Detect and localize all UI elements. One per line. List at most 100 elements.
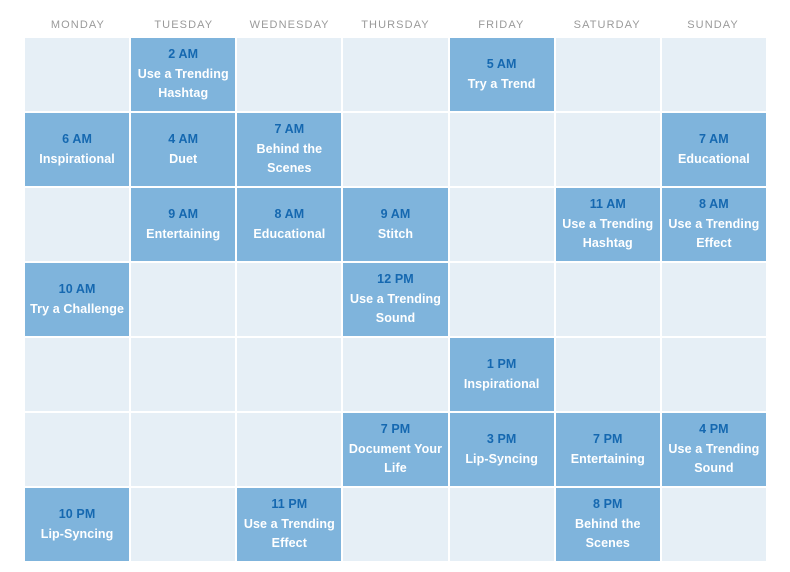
- calendar-empty-cell[interactable]: [661, 488, 766, 561]
- event-time: 7 PM: [592, 432, 623, 447]
- event-activity: Try a Challenge: [30, 301, 125, 316]
- calendar-event-cell[interactable]: 10 AM Try a Challenge: [25, 263, 130, 336]
- calendar-event-cell[interactable]: 1 PM Inspirational: [449, 338, 554, 411]
- weekday-header-row: MONDAY TUESDAY WEDNESDAY THURSDAY FRIDAY…: [25, 12, 766, 38]
- event-time: 12 PM: [377, 272, 414, 287]
- weekday-header-friday: FRIDAY: [478, 19, 525, 31]
- calendar-empty-cell[interactable]: [131, 263, 236, 336]
- event-time: 2 AM: [168, 47, 199, 62]
- event-time: 7 AM: [274, 122, 305, 137]
- calendar-event-cell[interactable]: 4 AM Duet: [131, 113, 236, 186]
- calendar-empty-cell[interactable]: [237, 413, 342, 486]
- event-activity: Educational: [253, 226, 326, 241]
- calendar-event-cell[interactable]: 8 PM Behind the Scenes: [555, 488, 660, 561]
- calendar-empty-cell[interactable]: [661, 263, 766, 336]
- calendar-event-cell[interactable]: 6 AM Inspirational: [25, 113, 130, 186]
- event-time: 4 AM: [168, 132, 199, 147]
- calendar-event-cell[interactable]: 2 AM Use a Trending Hashtag: [131, 38, 236, 111]
- calendar-empty-cell[interactable]: [555, 263, 660, 336]
- calendar-event-cell[interactable]: 5 AM Try a Trend: [449, 38, 554, 111]
- event-activity: Use a Trending Hashtag: [562, 216, 654, 251]
- calendar-event-cell[interactable]: 3 PM Lip-Syncing: [449, 413, 554, 486]
- event-time: 7 AM: [699, 132, 729, 147]
- calendar-empty-cell[interactable]: [555, 38, 660, 111]
- calendar-empty-cell[interactable]: [343, 488, 448, 561]
- event-activity: Duet: [169, 151, 198, 166]
- calendar-empty-cell[interactable]: [237, 38, 342, 111]
- calendar-empty-cell[interactable]: [449, 263, 554, 336]
- calendar-event-cell[interactable]: 11 PM Use a Trending Effect: [237, 488, 342, 561]
- calendar-empty-cell[interactable]: [449, 488, 554, 561]
- calendar-event-cell[interactable]: 7 PM Document Your Life: [343, 413, 448, 486]
- event-time: 10 PM: [58, 507, 96, 522]
- event-time: 8 PM: [592, 497, 623, 512]
- event-activity: Entertaining: [570, 451, 645, 466]
- calendar-event-cell[interactable]: 12 PM Use a Trending Sound: [343, 263, 448, 336]
- calendar-empty-cell[interactable]: [449, 188, 554, 261]
- calendar-grid: 2 AM Use a Trending Hashtag 5 AM Try a Tren…: [25, 38, 766, 561]
- event-activity: Entertaining: [146, 226, 221, 241]
- event-activity: Use a Trending Sound: [349, 291, 441, 326]
- event-time: 8 AM: [699, 197, 729, 212]
- calendar-empty-cell[interactable]: [661, 38, 766, 111]
- calendar-empty-cell[interactable]: [237, 338, 342, 411]
- calendar-event-cell[interactable]: 7 AM Behind the Scenes: [237, 113, 342, 186]
- event-activity: Inspirational: [39, 151, 115, 166]
- event-activity: Inspirational: [463, 376, 540, 391]
- event-time: 11 PM: [271, 497, 308, 512]
- calendar-event-cell[interactable]: 7 PM Entertaining: [555, 413, 660, 486]
- calendar-event-cell[interactable]: 11 AM Use a Trending Hashtag: [555, 188, 660, 261]
- calendar-event-cell[interactable]: 9 AM Entertaining: [131, 188, 236, 261]
- event-time: 10 AM: [58, 282, 96, 297]
- weekday-header-thursday: THURSDAY: [361, 19, 430, 31]
- event-activity: Lip-Syncing: [465, 451, 538, 466]
- calendar-empty-cell[interactable]: [131, 488, 236, 561]
- calendar-empty-cell[interactable]: [131, 338, 236, 411]
- calendar-event-cell[interactable]: 8 AM Use a Trending Effect: [661, 188, 766, 261]
- calendar-event-cell[interactable]: 8 AM Educational: [237, 188, 342, 261]
- event-activity: Educational: [677, 151, 750, 166]
- event-time: 11 AM: [589, 197, 626, 212]
- calendar-empty-cell[interactable]: [25, 413, 130, 486]
- calendar-event-cell[interactable]: 10 PM Lip-Syncing: [25, 488, 130, 561]
- event-time: 3 PM: [486, 432, 517, 447]
- calendar-empty-cell[interactable]: [555, 338, 660, 411]
- calendar-empty-cell[interactable]: [25, 38, 130, 111]
- event-activity: Behind the Scenes: [256, 141, 323, 176]
- calendar-event-cell[interactable]: 9 AM Stitch: [343, 188, 448, 261]
- event-time: 9 AM: [168, 207, 199, 222]
- event-activity: Use a Trending Sound: [668, 441, 760, 476]
- calendar-empty-cell[interactable]: [237, 263, 342, 336]
- event-time: 8 AM: [274, 207, 305, 222]
- weekly-content-calendar: MONDAY TUESDAY WEDNESDAY THURSDAY FRIDAY…: [25, 12, 766, 561]
- event-activity: Lip-Syncing: [40, 526, 114, 541]
- calendar-empty-cell[interactable]: [25, 338, 130, 411]
- calendar-empty-cell[interactable]: [131, 413, 236, 486]
- event-activity: Behind the Scenes: [574, 516, 641, 551]
- event-time: 6 AM: [62, 132, 92, 147]
- event-time: 9 AM: [380, 207, 411, 222]
- calendar-event-cell[interactable]: 4 PM Use a Trending Sound: [661, 413, 766, 486]
- event-activity: Use a Trending Hashtag: [137, 66, 229, 101]
- event-time: 4 PM: [699, 422, 729, 437]
- calendar-empty-cell[interactable]: [343, 38, 448, 111]
- calendar-empty-cell[interactable]: [343, 113, 448, 186]
- event-activity: Stitch: [377, 226, 414, 241]
- event-activity: Use a Trending Effect: [243, 516, 335, 551]
- event-time: 5 AM: [486, 57, 517, 72]
- calendar-empty-cell[interactable]: [661, 338, 766, 411]
- event-time: 1 PM: [486, 357, 517, 372]
- calendar-empty-cell[interactable]: [25, 188, 130, 261]
- calendar-empty-cell[interactable]: [449, 113, 554, 186]
- event-activity: Try a Trend: [467, 76, 536, 91]
- calendar-empty-cell[interactable]: [555, 113, 660, 186]
- weekday-header-monday: MONDAY: [50, 19, 105, 31]
- event-activity: Document Your Life: [348, 441, 443, 476]
- weekday-header-sunday: SUNDAY: [687, 19, 739, 31]
- weekday-header-tuesday: TUESDAY: [154, 19, 214, 31]
- weekday-header-wednesday: WEDNESDAY: [249, 19, 330, 31]
- calendar-empty-cell[interactable]: [343, 338, 448, 411]
- calendar-event-cell[interactable]: 7 AM Educational: [661, 113, 766, 186]
- weekday-header-saturday: SATURDAY: [573, 19, 641, 31]
- event-time: 7 PM: [380, 422, 411, 437]
